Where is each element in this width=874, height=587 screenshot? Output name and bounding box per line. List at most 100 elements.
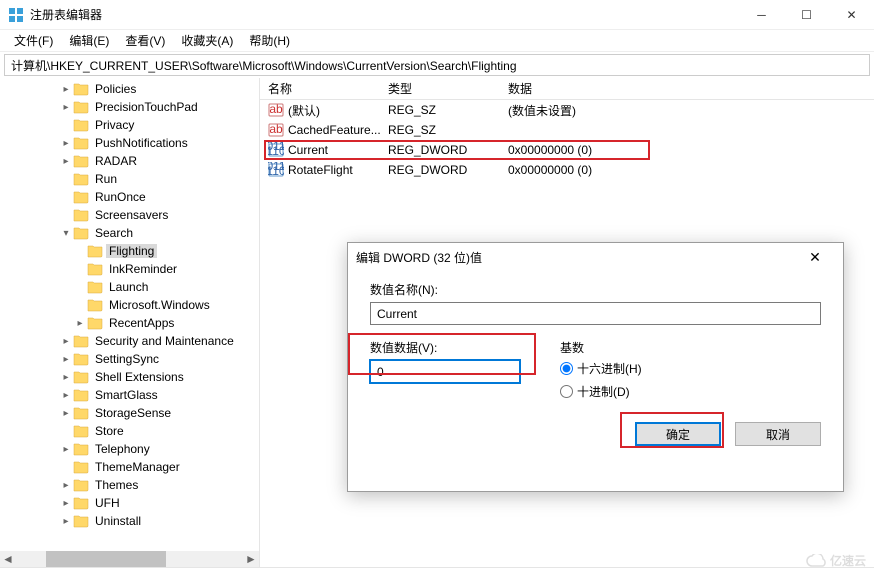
edit-dword-dialog: 编辑 DWORD (32 位)值 ✕ 数值名称(N): 数值数据(V): 基数 … [347,242,844,492]
tree-node[interactable]: Launch [4,278,259,296]
tree-label: Flighting [106,244,157,258]
svg-text:ab: ab [269,122,283,136]
tree-node[interactable]: ▸Policies [4,80,259,98]
radio-hex-input[interactable] [560,362,573,375]
tree-node[interactable]: ThemeManager [4,458,259,476]
tree-label: Themes [92,478,141,492]
menu-view[interactable]: 查看(V) [117,30,173,51]
tree-label: InkReminder [106,262,180,276]
tree-node[interactable]: ▸ PrecisionTouchPad [4,98,259,116]
cell-name: 011110RotateFlight [260,161,380,179]
menu-edit[interactable]: 编辑(E) [61,30,117,51]
tree-node[interactable]: ▸ StorageSense [4,404,259,422]
expand-icon[interactable]: ▸ [60,480,72,491]
maximize-button[interactable]: ☐ [784,0,829,30]
tree-node[interactable]: ▸ Uninstall [4,512,259,530]
tree-node[interactable]: InkReminder [4,260,259,278]
address-bar[interactable]: 计算机\HKEY_CURRENT_USER\Software\Microsoft… [4,54,870,76]
tree-label: Security and Maintenance [92,334,237,348]
radio-hex[interactable]: 十六进制(H) [560,360,642,377]
tree-label: ThemeManager [92,460,183,474]
menu-help[interactable]: 帮助(H) [241,30,298,51]
value-row[interactable]: ab(默认)REG_SZ(数值未设置) [260,100,874,120]
dialog-title: 编辑 DWORD (32 位)值 [356,249,795,266]
expand-icon[interactable]: ▸ [60,102,72,113]
tree-node[interactable]: Store [4,422,259,440]
tree-hscrollbar[interactable]: ◄ ► [0,551,259,567]
tree-node[interactable]: ▾Search [4,224,259,242]
menu-favorites[interactable]: 收藏夹(A) [173,30,241,51]
name-field[interactable] [370,302,821,325]
radio-dec[interactable]: 十进制(D) [560,383,642,400]
close-button[interactable]: ✕ [829,0,874,30]
tree-label: RunOnce [92,190,149,204]
expand-icon[interactable]: ▸ [60,138,72,149]
expand-icon[interactable]: ▸ [60,444,72,455]
expand-icon[interactable]: ▸ [60,498,72,509]
menu-file[interactable]: 文件(F) [6,30,61,51]
dialog-close-button[interactable]: ✕ [795,243,835,271]
expand-icon[interactable]: ▾ [60,228,72,239]
tree-label: StorageSense [92,406,174,420]
tree-node[interactable]: ▸ RecentApps [4,314,259,332]
expand-icon[interactable]: ▸ [74,318,86,329]
tree-label: PrecisionTouchPad [92,100,201,114]
svg-text:110: 110 [268,164,284,178]
menubar: 文件(F) 编辑(E) 查看(V) 收藏夹(A) 帮助(H) [0,30,874,52]
col-name[interactable]: 名称 [260,77,380,100]
expand-icon[interactable]: ▸ [60,372,72,383]
value-row[interactable]: 011110CurrentREG_DWORD0x00000000 (0) [260,140,874,160]
cell-name: abCachedFeature... [260,121,380,139]
tree-label: Privacy [92,118,137,132]
tree-node[interactable]: RunOnce [4,188,259,206]
tree-label: RADAR [92,154,140,168]
tree-node[interactable]: ▸ RADAR [4,152,259,170]
tree-node[interactable]: ▸Shell Extensions [4,368,259,386]
tree-node[interactable]: ▸ SettingSync [4,350,259,368]
tree-label: UFH [92,496,123,510]
tree-label: RecentApps [106,316,177,330]
data-field[interactable] [370,360,520,383]
tree-node[interactable]: ▸SmartGlass [4,386,259,404]
expand-icon[interactable]: ▸ [60,408,72,419]
cell-type: REG_DWORD [380,142,500,158]
tree-label: SettingSync [92,352,162,366]
cell-data: 0x00000000 (0) [500,162,874,178]
tree-node[interactable]: Screensavers [4,206,259,224]
tree-label: Launch [106,280,151,294]
expand-icon[interactable]: ▸ [60,84,72,95]
col-data[interactable]: 数据 [500,77,874,100]
expand-icon[interactable]: ▸ [60,156,72,167]
tree-node[interactable]: Run [4,170,259,188]
cell-data: (数值未设置) [500,101,874,120]
tree-node[interactable]: ▸Telephony [4,440,259,458]
expand-icon[interactable]: ▸ [60,336,72,347]
tree-node[interactable]: ▸ UFH [4,494,259,512]
col-type[interactable]: 类型 [380,77,500,100]
cell-name: ab(默认) [260,101,380,120]
tree-label: Uninstall [92,514,144,528]
expand-icon[interactable]: ▸ [60,516,72,527]
statusbar [0,567,874,587]
tree-label: Microsoft.Windows [106,298,213,312]
tree-label: Store [92,424,127,438]
tree-node[interactable]: Microsoft.Windows [4,296,259,314]
value-row[interactable]: 011110RotateFlightREG_DWORD0x00000000 (0… [260,160,874,180]
cell-name: 011110Current [260,141,380,159]
expand-icon[interactable]: ▸ [60,390,72,401]
cell-type: REG_SZ [380,102,500,118]
tree-node[interactable]: ▸PushNotifications [4,134,259,152]
tree-node[interactable]: ▸ Security and Maintenance [4,332,259,350]
cancel-button[interactable]: 取消 [735,422,821,446]
tree-node[interactable]: Flighting [4,242,259,260]
address-text: 计算机\HKEY_CURRENT_USER\Software\Microsoft… [11,57,517,74]
tree-node[interactable]: Privacy [4,116,259,134]
expand-icon[interactable]: ▸ [60,354,72,365]
radio-dec-input[interactable] [560,385,573,398]
base-label: 基数 [560,339,642,356]
minimize-button[interactable]: ─ [739,0,784,30]
value-row[interactable]: abCachedFeature...REG_SZ [260,120,874,140]
ok-button[interactable]: 确定 [635,422,721,446]
tree-node[interactable]: ▸ Themes [4,476,259,494]
tree-label: Screensavers [92,208,171,222]
